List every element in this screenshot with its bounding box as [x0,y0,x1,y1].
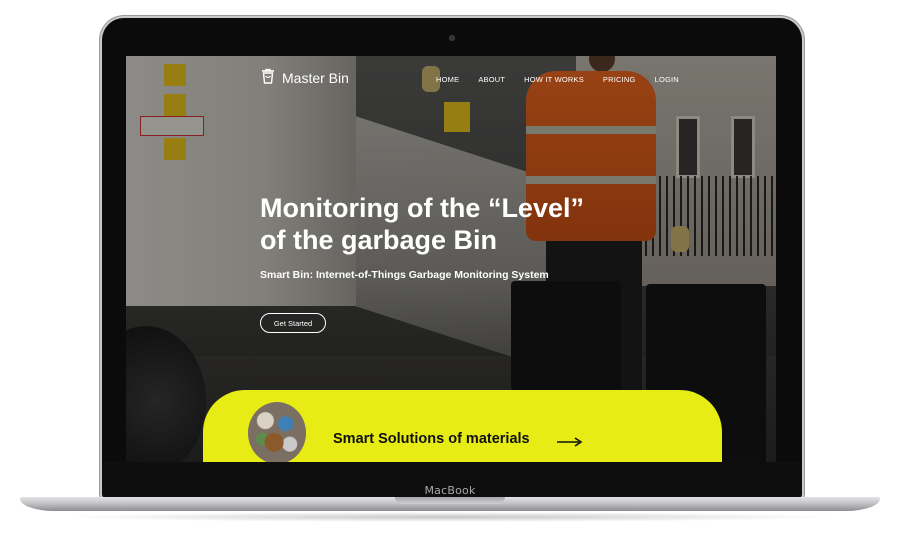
camera-dot [449,35,455,41]
hero-title-line-1: Monitoring of the “Level” [260,193,584,223]
device-brand-label: MacBook [424,484,476,497]
main-nav: HOME ABOUT HOW IT WORKS PRICING LOGIN [436,75,679,84]
website-screen: Master Bin HOME ABOUT HOW IT WORKS PRICI… [126,56,776,462]
arrow-right-icon[interactable] [557,434,583,452]
nav-about[interactable]: ABOUT [478,75,505,84]
nav-login[interactable]: LOGIN [655,75,679,84]
bin-icon [260,68,276,87]
nav-pricing[interactable]: PRICING [603,75,636,84]
get-started-button[interactable]: Get Started [260,313,326,333]
logo-text: Master Bin [282,69,349,86]
solutions-banner[interactable]: Smart Solutions of materials [203,390,722,462]
recycled-materials-image [248,402,306,462]
hero-subtitle: Smart Bin: Internet-of-Things Garbage Mo… [260,269,549,281]
hero-title-line-2: of the garbage Bin [260,225,498,255]
nav-how-it-works[interactable]: HOW IT WORKS [524,75,584,84]
hero-title: Monitoring of the “Level” of the garbage… [260,192,620,256]
nav-home[interactable]: HOME [436,75,459,84]
laptop-shadow [60,512,840,522]
laptop-base-notch [395,497,505,504]
banner-text: Smart Solutions of materials [333,431,530,447]
site-logo[interactable]: Master Bin [260,68,349,87]
